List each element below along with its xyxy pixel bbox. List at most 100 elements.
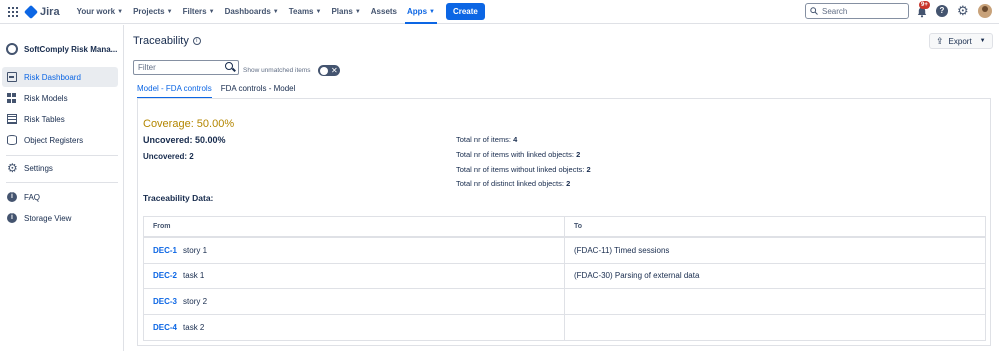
sidebar-item-label: Risk Dashboard xyxy=(24,72,81,82)
uncovered-percent: Uncovered: 50.00% xyxy=(143,135,226,145)
avatar[interactable] xyxy=(978,4,992,18)
sidebar-divider xyxy=(6,182,118,183)
tab-fda-controls-model[interactable]: FDA controls - Model xyxy=(217,84,300,98)
issue-summary: task 2 xyxy=(183,322,205,332)
nav-label: Your work xyxy=(76,7,116,16)
show-unmatched-label: Show unmatched items xyxy=(243,67,311,74)
uncovered-count: Uncovered: 2 xyxy=(143,152,194,161)
stat-items-without-links: Total nr of items without linked objects… xyxy=(456,165,591,174)
issue-key-link[interactable]: DEC-2 xyxy=(153,271,177,280)
page-title-text: Traceability xyxy=(133,35,189,47)
stat-total-items: Total nr of items: 4 xyxy=(456,135,517,144)
help-icon[interactable]: ? xyxy=(936,5,948,17)
export-button[interactable]: ⇪ Export ▼ xyxy=(929,33,993,49)
jira-logo[interactable]: Jira xyxy=(23,4,60,19)
chevron-down-icon: ▼ xyxy=(979,38,986,44)
sidebar: SoftComply Risk Mana... Risk Dashboard R… xyxy=(0,25,124,351)
chevron-down-icon: ▼ xyxy=(166,8,173,15)
nav-label: Filters xyxy=(182,7,207,16)
table-icon xyxy=(7,114,17,124)
nav-filters[interactable]: Filters ▼ xyxy=(178,0,220,24)
sidebar-item-object-registers[interactable]: Object Registers xyxy=(2,130,118,150)
sidebar-item-settings[interactable]: ⚙ Settings xyxy=(2,158,118,178)
search-placeholder: Search xyxy=(822,6,848,16)
database-icon xyxy=(7,135,17,145)
export-label: Export xyxy=(948,36,972,46)
notifications-button[interactable]: 9+ xyxy=(916,1,930,18)
nav-label: Teams xyxy=(288,7,314,16)
close-icon: ✕ xyxy=(331,66,338,75)
chevron-down-icon: ▼ xyxy=(429,8,435,15)
stat-value: 2 xyxy=(586,165,591,174)
stat-value: 2 xyxy=(576,150,581,159)
stat-items-with-links: Total nr of items with linked objects: 2 xyxy=(456,150,580,159)
issue-summary: task 1 xyxy=(183,271,205,281)
issue-summary: story 1 xyxy=(183,245,208,255)
nav-teams[interactable]: Teams ▼ xyxy=(284,0,327,24)
gear-icon: ⚙ xyxy=(7,161,18,175)
nav-plans[interactable]: Plans ▼ xyxy=(326,0,365,24)
chevron-down-icon: ▼ xyxy=(315,8,322,15)
issue-summary: story 2 xyxy=(183,296,208,306)
sidebar-item-label: Risk Models xyxy=(24,93,68,103)
page-title: Traceability i xyxy=(133,35,201,47)
info-icon[interactable]: i xyxy=(192,37,201,45)
dashboard-icon xyxy=(7,72,17,82)
sidebar-item-label: Settings xyxy=(24,163,53,173)
show-unmatched-toggle[interactable]: ✕ xyxy=(318,65,340,76)
column-header-from[interactable]: From xyxy=(144,223,171,230)
grid-icon xyxy=(7,93,17,103)
project-icon xyxy=(6,43,18,55)
stat-distinct-linked: Total nr of distinct linked objects: 2 xyxy=(456,179,570,188)
toggle-knob xyxy=(319,66,328,75)
chevron-down-icon: ▼ xyxy=(117,8,124,15)
chevron-down-icon: ▼ xyxy=(272,8,279,15)
search-input[interactable]: Search xyxy=(805,3,909,19)
tab-model-fda-controls[interactable]: Model - FDA controls xyxy=(133,84,216,98)
traceability-panel: Coverage: 50.00% Uncovered: 50.00% Uncov… xyxy=(137,98,991,346)
search-icon[interactable] xyxy=(224,61,236,73)
nav-assets[interactable]: Assets xyxy=(366,0,402,24)
traceability-data-title: Traceability Data: xyxy=(143,193,214,203)
column-header-to[interactable]: To xyxy=(565,223,582,230)
app-switcher-icon[interactable] xyxy=(8,6,18,17)
stat-label: Total nr of items without linked objects… xyxy=(456,165,585,174)
chevron-down-icon: ▼ xyxy=(208,8,215,15)
sidebar-item-storage-view[interactable]: i Storage View xyxy=(2,208,118,228)
issue-key-link[interactable]: DEC-4 xyxy=(153,323,177,332)
chevron-down-icon: ▼ xyxy=(354,8,361,15)
info-icon: i xyxy=(7,213,17,223)
sidebar-item-faq[interactable]: i FAQ xyxy=(2,187,118,207)
linked-object: (FDAC-11) Timed sessions xyxy=(574,245,670,255)
coverage-value: Coverage: 50.00% xyxy=(143,118,235,130)
sidebar-divider xyxy=(6,155,118,156)
stat-label: Total nr of distinct linked objects: xyxy=(456,179,564,188)
sidebar-item-risk-models[interactable]: Risk Models xyxy=(2,88,118,108)
stat-label: Total nr of items with linked objects: xyxy=(456,150,574,159)
table-row: DEC-1 story 1 (FDAC-11) Timed sessions xyxy=(144,238,985,264)
sidebar-project-header[interactable]: SoftComply Risk Mana... xyxy=(6,43,120,55)
sidebar-item-risk-tables[interactable]: Risk Tables xyxy=(2,109,118,129)
nav-projects[interactable]: Projects ▼ xyxy=(128,0,178,24)
nav-your-work[interactable]: Your work ▼ xyxy=(72,0,128,24)
jira-logo-icon xyxy=(23,4,39,19)
search-icon xyxy=(810,7,818,15)
export-icon: ⇪ xyxy=(936,35,944,46)
table-row: DEC-2 task 1 (FDAC-30) Parsing of externa… xyxy=(144,263,985,289)
nav-dashboards[interactable]: Dashboards ▼ xyxy=(220,0,284,24)
sidebar-item-label: FAQ xyxy=(24,192,41,202)
notification-badge: 9+ xyxy=(919,1,930,9)
issue-key-link[interactable]: DEC-1 xyxy=(153,246,177,255)
info-icon: i xyxy=(7,192,17,202)
jira-logo-text: Jira xyxy=(40,5,60,18)
sidebar-item-label: Storage View xyxy=(24,213,72,223)
nav-apps[interactable]: Apps ▼ xyxy=(402,0,440,24)
issue-key-link[interactable]: DEC-3 xyxy=(153,297,177,306)
table-row: DEC-3 story 2 xyxy=(144,289,985,315)
create-button[interactable]: Create xyxy=(445,3,485,20)
stat-value: 4 xyxy=(513,135,518,144)
settings-gear-icon[interactable]: ⚙ xyxy=(957,4,969,18)
sidebar-item-risk-dashboard[interactable]: Risk Dashboard xyxy=(2,67,118,87)
sidebar-item-label: Risk Tables xyxy=(24,114,65,124)
stat-label: Total nr of items: xyxy=(456,135,512,144)
